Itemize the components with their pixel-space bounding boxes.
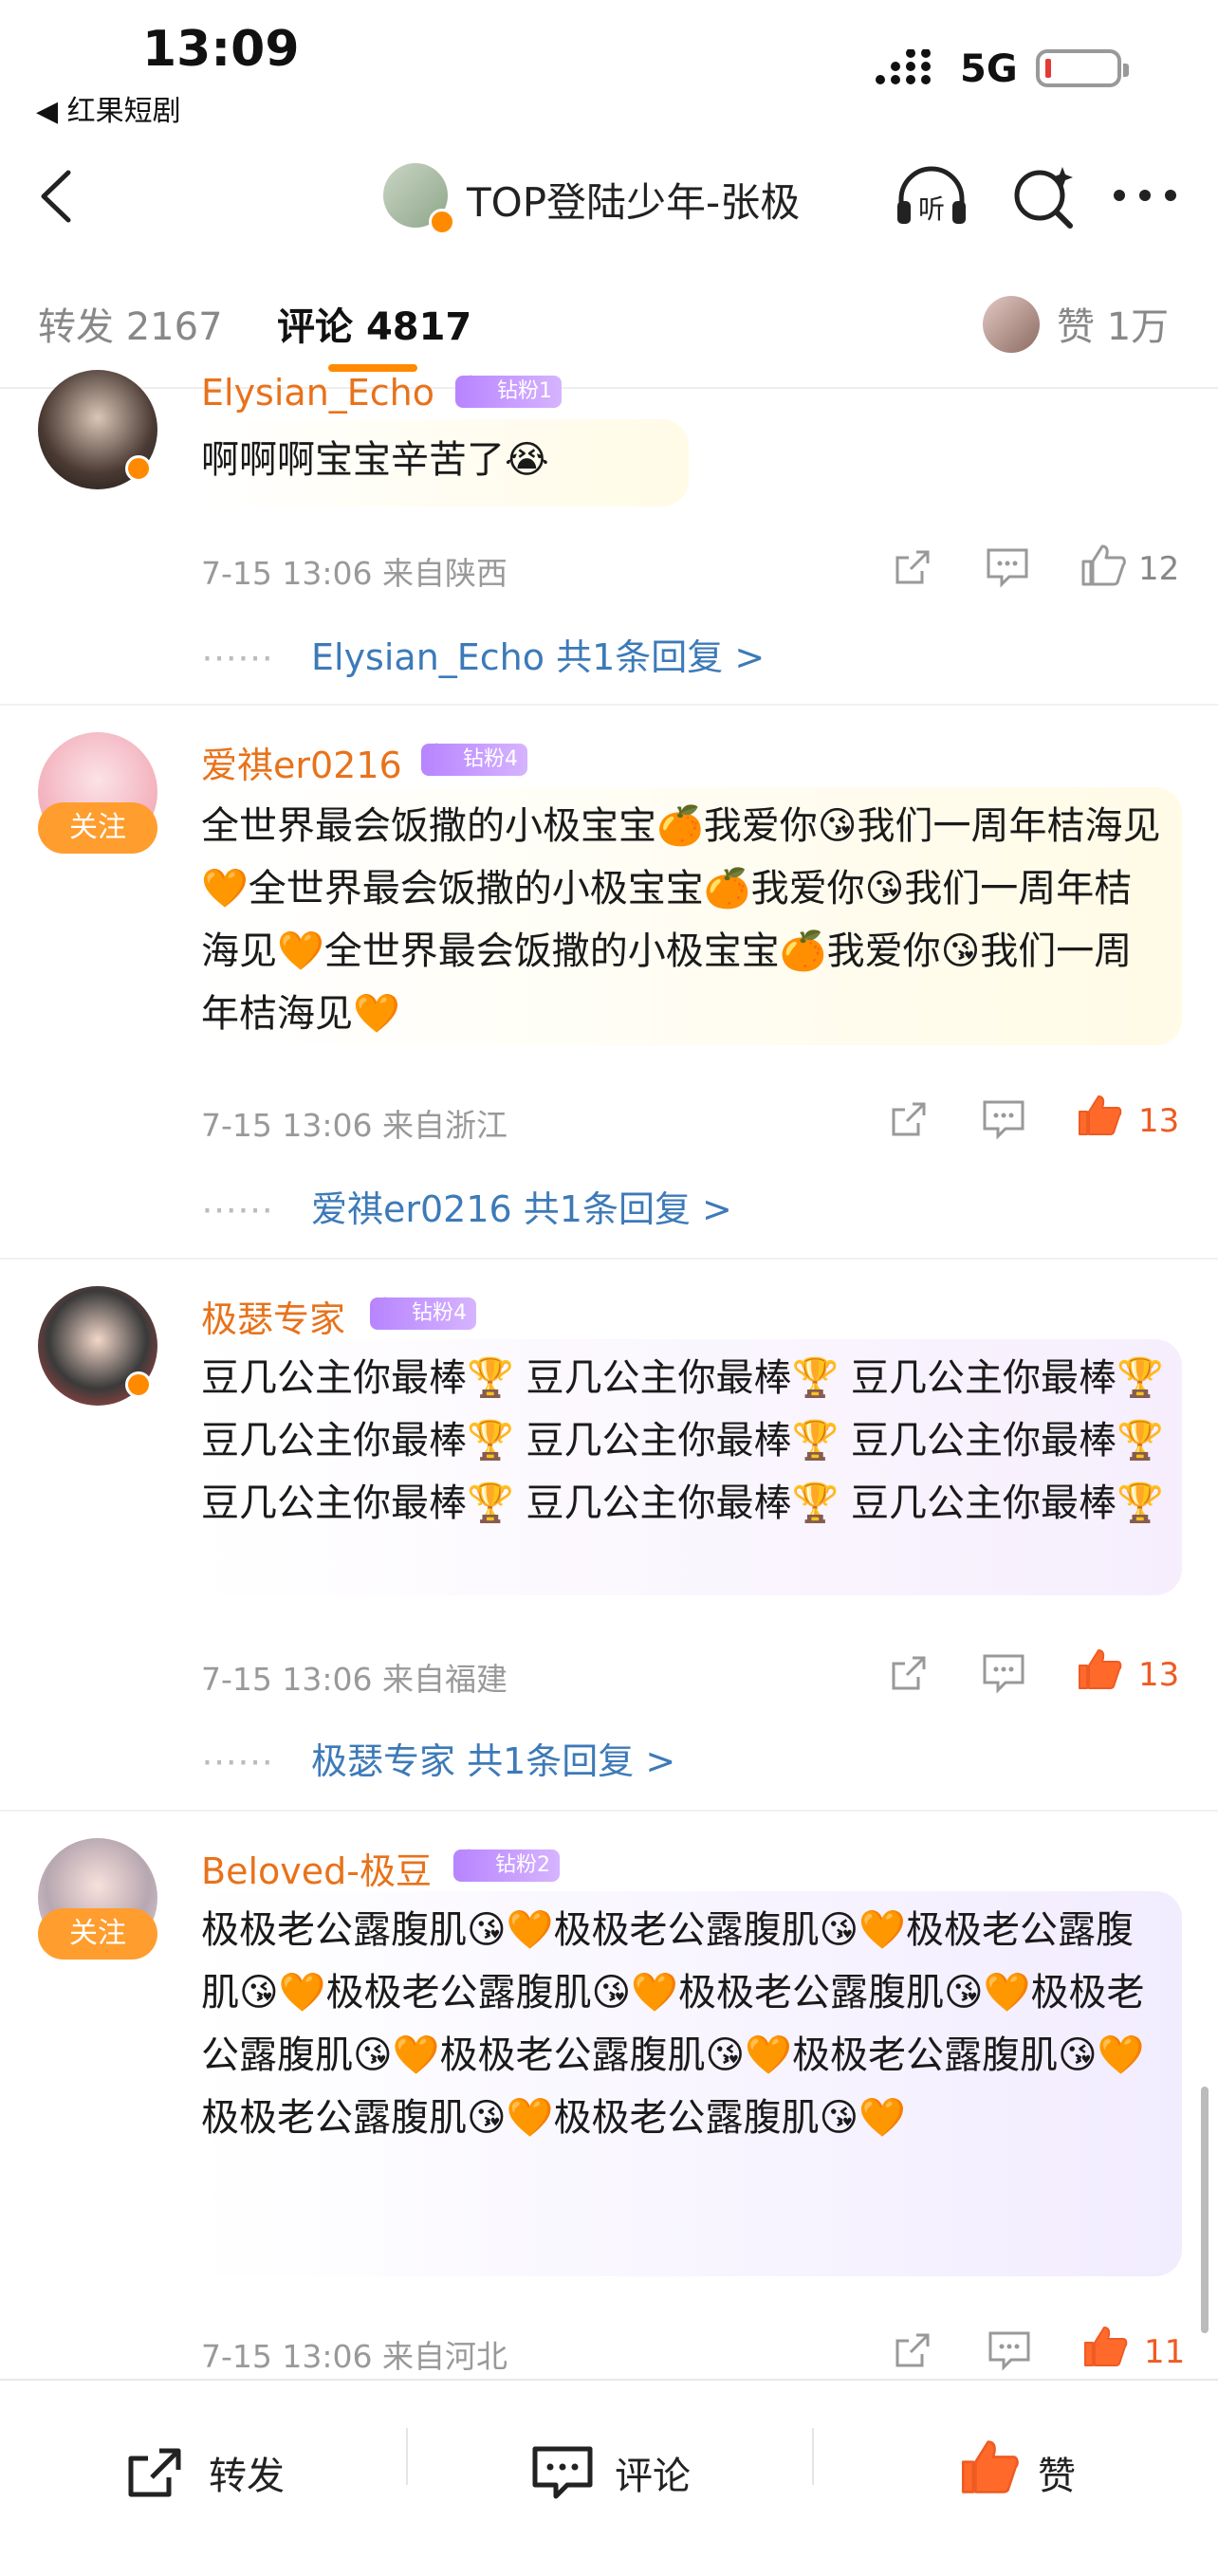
replies-label: 极瑟专家 共1条回复 > — [311, 1740, 676, 1782]
fan-badge-label: 钻粉4 — [421, 744, 527, 776]
comment-icon[interactable] — [531, 2445, 594, 2504]
like-count: 12 — [1138, 550, 1180, 588]
comment-meta: 7-15 13:06 来自陕西 — [201, 548, 508, 594]
comment-username[interactable]: Elysian_Echo — [201, 372, 434, 414]
repost-icon[interactable] — [125, 2445, 184, 2504]
comment-time: 7-15 13:06 — [201, 1107, 373, 1144]
tab-like[interactable]: 赞 1万 — [1057, 296, 1169, 351]
signal-icon — [875, 48, 941, 91]
like-icon-active[interactable] — [1076, 1093, 1123, 1142]
verified-icon — [125, 455, 152, 482]
comment-time: 7-15 13:06 — [201, 555, 373, 592]
comment-location: 来自浙江 — [382, 1107, 508, 1144]
comment-text: 全世界最会饭撒的小极宝宝🍊我爱你😘我们一周年桔海见🧡全世界最会饭撒的小极宝宝🍊我… — [201, 804, 1161, 1036]
tab-repost-label: 转发 — [38, 305, 114, 349]
comment-location: 来自福建 — [382, 1661, 508, 1698]
divider — [812, 2428, 814, 2485]
comment-text: 啊啊啊宝宝辛苦了😭 — [201, 438, 549, 482]
comment-meta: 7-15 13:06 来自河北 — [201, 2331, 508, 2377]
tab-comment-count: 4817 — [365, 305, 472, 349]
scrollbar[interactable] — [1201, 2087, 1209, 2333]
tab-repost-count: 2167 — [125, 305, 223, 349]
divider — [0, 1258, 1218, 1260]
like-icon[interactable] — [1080, 543, 1127, 592]
like-icon-active[interactable] — [958, 2436, 1021, 2502]
like-count: 13 — [1138, 1102, 1180, 1140]
search-sparkle-icon[interactable] — [1007, 161, 1080, 237]
tab-active-indicator — [328, 364, 417, 372]
share-icon[interactable] — [890, 544, 935, 594]
headphone-listen-icon[interactable]: 听 — [892, 161, 971, 233]
verified-icon — [429, 209, 455, 235]
reply-icon[interactable] — [987, 2329, 1032, 2375]
like-icon-active[interactable] — [1081, 2324, 1129, 2373]
comment-time: 7-15 13:06 — [201, 1661, 373, 1698]
comment-username[interactable]: 爱祺er0216 — [201, 736, 402, 788]
share-icon[interactable] — [886, 1650, 932, 1700]
replies-dots: ⋯⋯ — [201, 1740, 273, 1782]
verified-icon — [125, 1371, 152, 1398]
battery-icon — [1036, 49, 1129, 87]
comment-meta: 7-15 13:06 来自浙江 — [201, 1100, 508, 1146]
replies-dots: ⋯⋯ — [201, 636, 273, 678]
reply-icon[interactable] — [981, 1098, 1026, 1144]
tab-comment[interactable]: 评论 4817 — [277, 296, 471, 351]
network-type: 5G — [960, 47, 1018, 91]
comment-meta: 7-15 13:06 来自福建 — [201, 1654, 508, 1700]
back-to-app-link[interactable]: ◀ 红果短剧 — [36, 87, 181, 129]
reply-icon[interactable] — [981, 1652, 1026, 1698]
divider — [0, 1810, 1218, 1812]
repost-button[interactable]: 转发 — [209, 2445, 285, 2500]
like-button[interactable]: 赞 — [1038, 2445, 1076, 2500]
replies-dots: ⋯⋯ — [201, 1188, 273, 1230]
comment-username[interactable]: 极瑟专家 — [201, 1290, 345, 1342]
follow-button[interactable]: 关注 — [38, 1908, 157, 1960]
fan-badge-label: 钻粉2 — [453, 1849, 560, 1882]
follow-button[interactable]: 关注 — [38, 802, 157, 854]
view-replies-link[interactable]: ⋯⋯ 爱祺er0216 共1条回复 > — [201, 1180, 732, 1232]
view-replies-link[interactable]: ⋯⋯ Elysian_Echo 共1条回复 > — [201, 628, 765, 680]
listen-label: 听 — [918, 193, 945, 225]
comment-button[interactable]: 评论 — [615, 2445, 691, 2500]
tab-like-count: 1万 — [1106, 305, 1170, 349]
tab-comment-label: 评论 — [277, 305, 353, 349]
more-icon[interactable] — [1112, 186, 1178, 209]
fan-badge-label: 钻粉1 — [455, 376, 562, 408]
comment-text: 极极老公露腹肌😘🧡极极老公露腹肌😘🧡极极老公露腹肌😘🧡极极老公露腹肌😘🧡极极老公… — [201, 1908, 1145, 2140]
divider — [0, 704, 1218, 706]
comment-username[interactable]: Beloved-极豆 — [201, 1842, 432, 1894]
fan-badge-label: 钻粉4 — [370, 1297, 476, 1330]
like-icon-active[interactable] — [1076, 1647, 1123, 1696]
replies-label: 爱祺er0216 共1条回复 > — [311, 1188, 732, 1230]
liker-avatar[interactable] — [983, 296, 1040, 353]
like-count: 13 — [1138, 1656, 1180, 1694]
reply-icon[interactable] — [985, 546, 1030, 592]
share-icon[interactable] — [886, 1096, 932, 1146]
comment-location: 来自陕西 — [382, 555, 508, 592]
tab-like-label: 赞 — [1057, 305, 1095, 349]
replies-label: Elysian_Echo 共1条回复 > — [311, 636, 766, 678]
share-icon[interactable] — [890, 2328, 935, 2377]
comment-time: 7-15 13:06 — [201, 2338, 373, 2375]
comment-text: 豆几公主你最棒🏆 豆几公主你最棒🏆 豆几公主你最棒🏆 豆几公主你最棒🏆 豆几公主… — [201, 1356, 1164, 1525]
page-title: TOP登陆少年-张极 — [467, 179, 801, 226]
tab-repost[interactable]: 转发 2167 — [38, 296, 223, 351]
view-replies-link[interactable]: ⋯⋯ 极瑟专家 共1条回复 > — [201, 1732, 675, 1784]
status-time: 13:09 — [142, 21, 300, 78]
back-icon[interactable] — [28, 163, 85, 230]
like-count: 11 — [1144, 2333, 1186, 2371]
comment-location: 来自河北 — [382, 2338, 508, 2375]
divider — [406, 2428, 408, 2485]
